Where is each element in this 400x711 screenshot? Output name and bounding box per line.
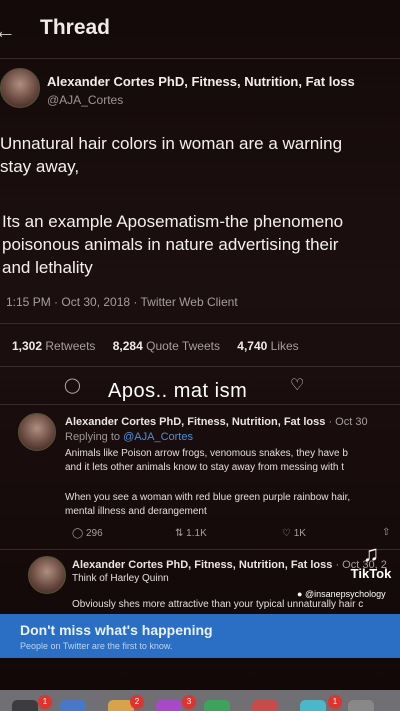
replying-to[interactable]: Replying to @AJA_Cortes (65, 431, 193, 443)
tweet-text-paragraph-2: Its an example Aposematism-the phenomeno… (2, 212, 344, 277)
dock-app-icon[interactable] (252, 700, 278, 711)
dock-app-icon[interactable] (60, 700, 86, 711)
banner-subtitle: People on Twitter are the first to know. (20, 641, 173, 651)
divider (0, 549, 400, 550)
reply-action-like[interactable]: ♡ 1K (282, 528, 306, 539)
overlay-caption: Apos.. mat ism (108, 380, 248, 402)
signup-banner[interactable]: Don't miss what's happening People on Tw… (0, 614, 400, 658)
tiktok-logo-icon: ♫ (362, 541, 380, 566)
tweet-timestamp[interactable]: 1:15 PM · Oct 30, 2018 · Twitter Web Cli… (6, 295, 238, 309)
divider (0, 366, 400, 367)
divider (0, 323, 400, 324)
quote-tweets-stat[interactable]: 8,284 Quote Tweets (113, 339, 220, 353)
reply-text-paragraph-1: Animals like Poison arrow frogs, venomou… (65, 448, 348, 473)
share-icon[interactable]: ⇧ (382, 527, 390, 538)
dock-app-icon[interactable] (204, 700, 230, 711)
back-arrow-icon[interactable]: ← (0, 18, 16, 44)
reply-avatar[interactable] (18, 413, 56, 451)
twitter-screen: ← Thread Alexander Cortes PhD, Fitness, … (0, 0, 400, 711)
dock-app-icon[interactable] (156, 700, 182, 711)
tweet-stats: 1,302 Retweets 8,284 Quote Tweets 4,740 … (12, 339, 313, 353)
tweet-text-paragraph-1: Unnatural hair colors in woman are a war… (0, 134, 343, 176)
notification-badge: 1 (328, 695, 342, 709)
page-title: Thread (40, 16, 111, 39)
likes-stat[interactable]: 4,740 Likes (237, 339, 298, 353)
notification-badge: 2 (130, 695, 144, 709)
dock-app-icon[interactable] (300, 700, 326, 711)
dock-app-icon[interactable] (348, 700, 374, 711)
reply-action-retweet[interactable]: ⇅ 1.1K (175, 528, 207, 539)
retweets-stat[interactable]: 1,302 Retweets (12, 339, 95, 353)
reply-author-name[interactable]: Alexander Cortes PhD, Fitness, Nutrition… (65, 416, 368, 428)
like-heart-icon[interactable]: ♡ (290, 375, 304, 395)
author-name[interactable]: Alexander Cortes PhD, Fitness, Nutrition… (47, 74, 355, 89)
thread-header: ← Thread (0, 0, 400, 59)
reply-action-reply[interactable]: ◯ 296 (72, 528, 103, 539)
divider (0, 404, 400, 405)
tiktok-username: ● @insanepsychology (297, 589, 386, 599)
tiktok-brand: TikTok (350, 566, 392, 581)
notification-badge: 1 (38, 695, 52, 709)
avatar[interactable] (0, 68, 40, 108)
notification-badge: 3 (182, 695, 196, 709)
reply-subline: Think of Harley Quinn (72, 573, 169, 584)
dock-app-icon[interactable] (12, 700, 38, 711)
banner-title: Don't miss what's happening (20, 622, 213, 638)
reply-text: Obviously shes more attractive than your… (72, 599, 364, 610)
author-handle[interactable]: @AJA_Cortes (47, 93, 123, 107)
reply-text-paragraph-2: When you see a woman with red blue green… (65, 492, 351, 517)
tiktok-watermark: ♫ TikTok (346, 541, 396, 582)
reply-icon[interactable]: ◯ (64, 376, 81, 394)
reply-author-name[interactable]: Alexander Cortes PhD, Fitness, Nutrition… (72, 559, 387, 571)
reply-avatar[interactable] (28, 556, 66, 594)
